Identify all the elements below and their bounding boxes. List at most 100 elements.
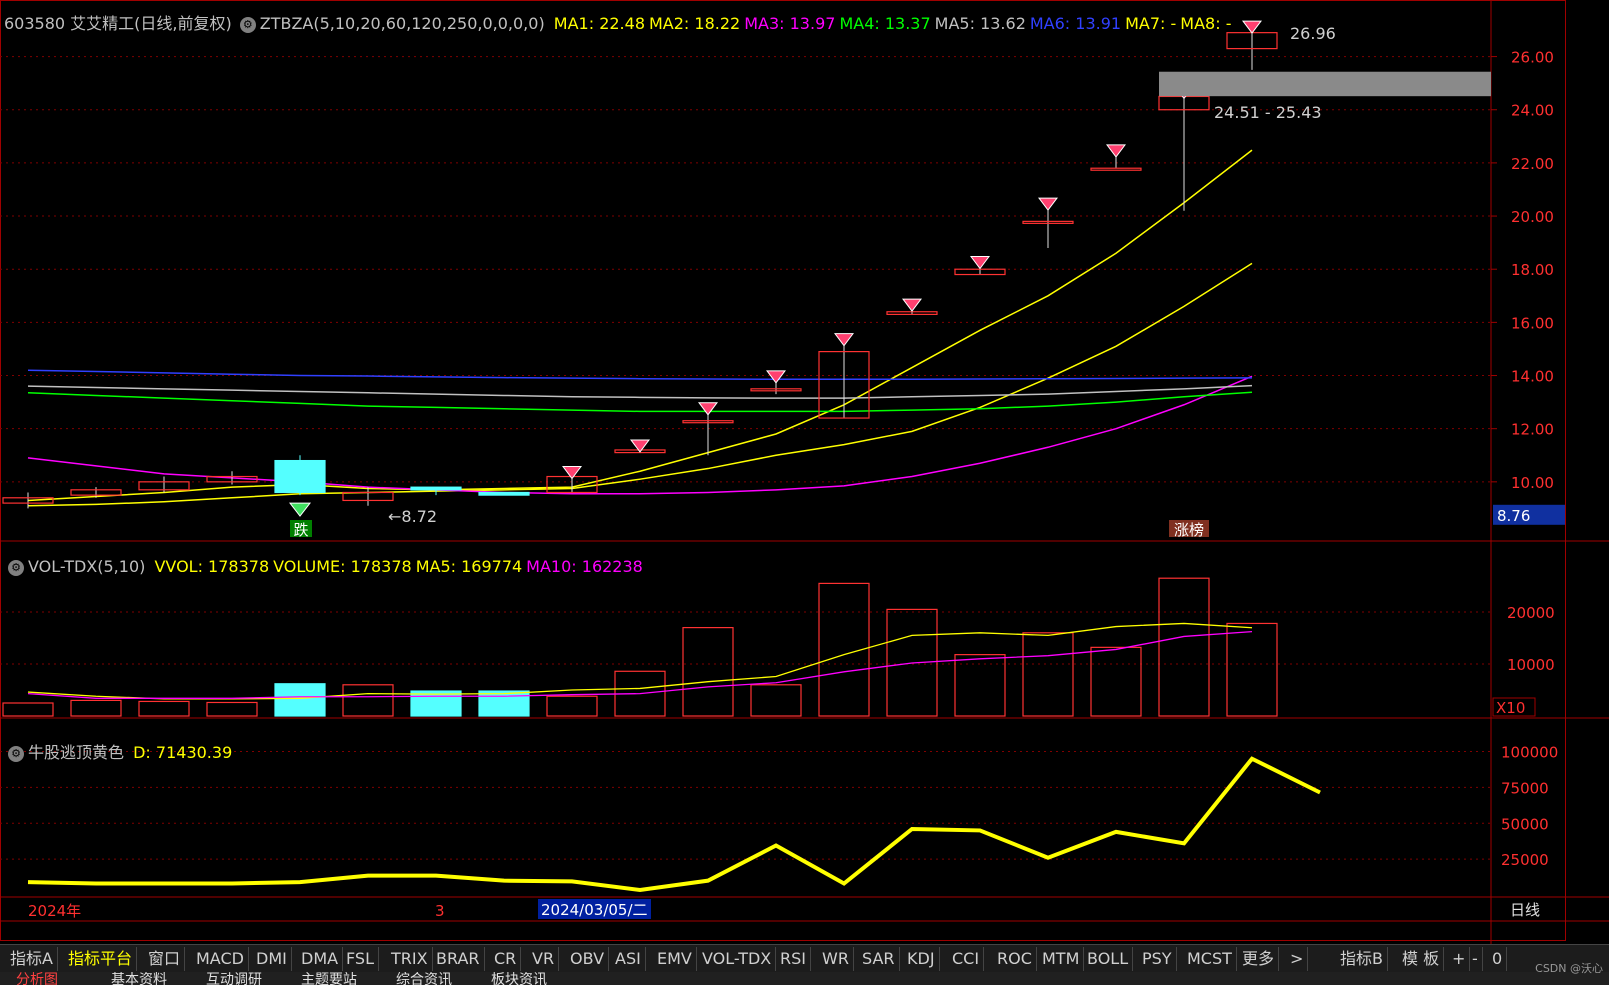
rank-badge: 涨榜 (1174, 521, 1204, 539)
stock-title: 603580 艾艾精工(日线,前复权) (4, 14, 232, 33)
indicator-tab[interactable]: TRIX (387, 947, 433, 971)
candle-body (274, 459, 326, 494)
indicator-tab[interactable]: SAR (858, 947, 900, 971)
indicator-tab[interactable]: MACD (192, 947, 249, 971)
sheet-tab[interactable]: 主题要站 (301, 972, 357, 985)
indicator-tab[interactable]: BOLL (1083, 947, 1134, 971)
sheet-tab[interactable]: 综合资讯 (396, 972, 452, 985)
volume-settings-icon[interactable]: ⚙ (8, 559, 24, 576)
ma-label-8: MA8: - (1180, 14, 1232, 33)
candle-body (478, 491, 530, 496)
volume-bar (274, 683, 326, 717)
volume-legend-item: VVOL: 178378 (154, 557, 270, 576)
indicator-tab[interactable]: MTM (1038, 947, 1085, 971)
indicator-tab[interactable]: CCI (948, 947, 985, 971)
volume-tick-label: 20000 (1507, 604, 1555, 622)
volume-indicator-name: VOL-TDX(5,10) (28, 557, 146, 576)
timeline-period: 日线 (1510, 901, 1540, 919)
ma-label-3: MA3: 13.97 (744, 14, 836, 33)
y-tick-label: 20.00 (1511, 208, 1554, 226)
sub-indicator-value: D: 71430.39 (133, 743, 233, 762)
indicator-tab[interactable]: KDJ (903, 947, 940, 971)
sheet-tab[interactable]: 分析图 (16, 972, 58, 985)
sheet-tab[interactable]: 互动调研 (206, 972, 262, 985)
volume-legend-item: MA5: 169774 (415, 557, 523, 576)
volume-bar (750, 684, 802, 717)
y-tick-label: 18.00 (1511, 261, 1554, 279)
chart-frame (0, 0, 1566, 941)
current-price-label: 8.76 (1497, 507, 1530, 525)
indicator-tab[interactable]: MCST (1183, 947, 1237, 971)
high-price-label: 26.96 (1290, 24, 1336, 43)
limit-up-gem-icon (698, 402, 718, 416)
volume-ma5-line (27, 622, 1253, 700)
indicator-tab[interactable]: ASI (611, 947, 646, 971)
stock-chart[interactable]: 26.00 24.00 22.00 20.00 18.00 16.00 14.00 12.00… (0, 0, 1609, 944)
ma-label-7: MA7: - (1125, 14, 1177, 33)
limit-up-gem-icon (970, 256, 990, 270)
ma-label-6: MA6: 13.91 (1029, 14, 1122, 33)
ma-label-2: MA2: 18.22 (649, 14, 741, 33)
indicator-tab[interactable]: DMA (297, 947, 344, 971)
indicator-tab[interactable]: RSI (776, 947, 811, 971)
volume-legend-item: VOLUME: 178378 (273, 557, 412, 576)
indicator-tab[interactable]: 模 板 (1398, 947, 1445, 971)
indicator-panel-header: ⚙ 牛股逃顶黄色 D: 71430.39 (4, 739, 236, 763)
indicator-tab[interactable]: 窗口 (144, 947, 186, 971)
sub-indicator-name: 牛股逃顶黄色 (28, 743, 125, 762)
indicator-tab[interactable]: FSL (342, 947, 379, 971)
volume-bar (70, 699, 122, 717)
volume-legend: VVOL: 178378 VOLUME: 178378 MA5: 169774 MA1… (154, 557, 646, 576)
volume-bar (2, 702, 54, 717)
indicator-tab[interactable]: 更多 (1238, 947, 1280, 971)
indicator-tab[interactable]: CR (490, 947, 522, 971)
y-tick-label: 22.00 (1511, 155, 1554, 173)
limit-up-gem-icon (834, 333, 854, 347)
indicator-tab[interactable]: > (1286, 947, 1309, 971)
settings-gear-icon[interactable]: ⚙ (239, 16, 256, 33)
indicator-tab[interactable]: EMV (653, 947, 697, 971)
indicator-tab[interactable]: 0 (1488, 947, 1508, 971)
indicator-tab[interactable]: DMI (252, 947, 292, 971)
indicator-tab[interactable]: ROC (993, 947, 1037, 971)
ma-line-ma2 (27, 262, 1253, 507)
timeline-month: 3 (435, 902, 445, 920)
volume-unit-label: X10 (1496, 699, 1525, 717)
indicator-tab-bar: 指标A 指标平台 窗口 MACD DMI DMA FSL TRIX BRAR CR VR OBV ASI… (0, 944, 1609, 973)
volume-bar (1022, 632, 1074, 717)
indicator-tab[interactable]: VOL-TDX (698, 947, 777, 971)
indicator-tab[interactable]: OBV (566, 947, 610, 971)
limit-up-gem-icon (766, 370, 786, 384)
volume-legend-item: MA10: 162238 (526, 557, 643, 576)
resistance-zone (1159, 71, 1491, 97)
indicator-tab[interactable]: PSY (1138, 947, 1177, 971)
ma-label-5: MA5: 13.62 (934, 14, 1026, 33)
indicator-settings-icon[interactable]: ⚙ (8, 745, 24, 762)
y-tick-label: 16.00 (1511, 314, 1554, 332)
indicator-tab[interactable]: WR (818, 947, 854, 971)
volume-bar (478, 690, 530, 717)
volume-bar (1090, 646, 1142, 717)
indicator-tick-label: 25000 (1501, 851, 1549, 869)
indicator-tab[interactable]: - (1468, 947, 1483, 971)
ma-line-ma4 (27, 391, 1253, 413)
candle-body (410, 486, 462, 491)
volume-bar (1226, 622, 1278, 717)
sheet-tab[interactable]: 板块资讯 (491, 972, 547, 985)
indicator-tick-label: 75000 (1501, 779, 1549, 797)
indicator-tab[interactable]: 指标B (1336, 947, 1388, 971)
main-chart-header: 603580 艾艾精工(日线,前复权) ⚙ ZTBZA(5,10,20,60,120… (4, 10, 1239, 34)
y-tick-label: 10.00 (1511, 474, 1554, 492)
indicator-tab[interactable]: 指标平台 (64, 947, 138, 971)
limit-up-gem-icon (1038, 197, 1058, 211)
volume-bar (1158, 577, 1210, 717)
limit-up-gem-icon (1106, 144, 1126, 158)
indicator-tab[interactable]: 指标A (6, 947, 58, 971)
indicator-name: ZTBZA(5,10,20,60,120,250,0,0,0,0) (259, 14, 545, 33)
volume-bar (138, 700, 190, 717)
indicator-tab[interactable]: BRAR (432, 947, 485, 971)
ma-line-ma5 (27, 384, 1253, 399)
indicator-tab[interactable]: VR (528, 947, 560, 971)
watermark: CSDN @沃心 (1535, 962, 1603, 975)
sheet-tab[interactable]: 基本资料 (111, 972, 167, 985)
